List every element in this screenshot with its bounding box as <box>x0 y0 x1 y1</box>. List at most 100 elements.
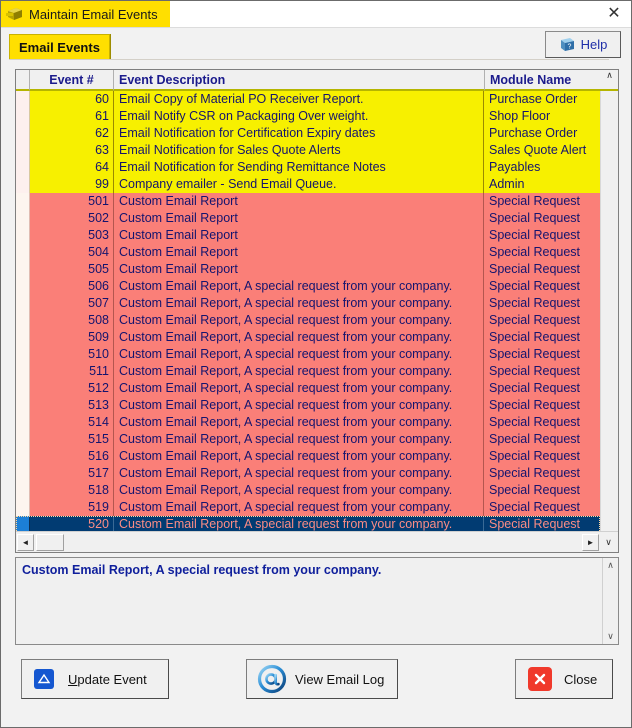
memo-scrollbar[interactable]: ∧ ∨ <box>602 558 618 644</box>
row-marker[interactable] <box>16 482 30 499</box>
grid-scroll-right-icon[interactable]: ► <box>582 533 599 551</box>
cell-event-no: 501 <box>30 193 114 210</box>
cell-description: Custom Email Report, A special request f… <box>114 329 484 346</box>
toolbar: Email Events ? Help <box>1 28 631 64</box>
row-marker[interactable] <box>16 210 30 227</box>
table-row[interactable]: 63 Email Notification for Sales Quote Ale… <box>16 142 600 159</box>
cell-event-no: 508 <box>30 312 114 329</box>
memo-scroll-down-icon[interactable]: ∨ <box>607 631 614 642</box>
table-row[interactable]: 514 Custom Email Report, A special reques… <box>16 414 600 431</box>
row-marker[interactable] <box>16 295 30 312</box>
row-marker[interactable] <box>16 244 30 261</box>
row-marker[interactable] <box>16 108 30 125</box>
table-row[interactable]: 503 Custom Email Report Special Request <box>16 227 600 244</box>
row-marker[interactable] <box>16 227 30 244</box>
help-button-label: Help <box>580 37 608 52</box>
row-marker[interactable] <box>16 499 30 516</box>
event-description-memo[interactable]: Custom Email Report, A special request f… <box>15 557 619 645</box>
table-row[interactable]: 506 Custom Email Report, A special reques… <box>16 278 600 295</box>
table-row[interactable]: 513 Custom Email Report, A special reques… <box>16 397 600 414</box>
table-row[interactable]: 516 Custom Email Report, A special reques… <box>16 448 600 465</box>
cell-module: Special Request <box>489 330 581 344</box>
table-row[interactable]: 504 Custom Email Report Special Request <box>16 244 600 261</box>
cell-event-no: 519 <box>30 499 114 516</box>
cell-module: Purchase Order <box>489 126 578 140</box>
close-x-icon <box>528 667 552 691</box>
table-row[interactable]: 512 Custom Email Report, A special reques… <box>16 380 600 397</box>
table-row[interactable]: 509 Custom Email Report, A special reques… <box>16 329 600 346</box>
view-email-log-button[interactable]: View Email Log <box>246 659 398 699</box>
email-events-grid: Event # Event Description Module Name ∧ … <box>15 69 619 553</box>
help-button[interactable]: ? Help <box>545 31 621 58</box>
table-row[interactable]: 520 Custom Email Report, A special reques… <box>16 516 600 531</box>
column-header-event-no[interactable]: Event # <box>30 70 114 91</box>
row-marker[interactable] <box>16 448 30 465</box>
grid-rows[interactable]: 60 Email Copy of Material PO Receiver Rep… <box>16 91 600 531</box>
row-marker[interactable] <box>16 516 30 531</box>
cell-event-no: 512 <box>30 380 114 397</box>
table-row[interactable]: 511 Custom Email Report, A special reques… <box>16 363 600 380</box>
cell-event-no: 502 <box>30 210 114 227</box>
window-close-icon[interactable]: ✕ <box>603 4 625 24</box>
update-event-button[interactable]: Update Event <box>21 659 169 699</box>
row-marker[interactable] <box>16 278 30 295</box>
grid-scroll-up-icon[interactable]: ∧ <box>601 70 618 91</box>
cell-event-no: 61 <box>30 108 114 125</box>
row-marker[interactable] <box>16 91 30 108</box>
table-row[interactable]: 508 Custom Email Report, A special reques… <box>16 312 600 329</box>
table-row[interactable]: 99 Company emailer - Send Email Queue. Adm… <box>16 176 600 193</box>
table-row[interactable]: 505 Custom Email Report Special Request <box>16 261 600 278</box>
table-row[interactable]: 502 Custom Email Report Special Request <box>16 210 600 227</box>
row-marker[interactable] <box>16 397 30 414</box>
grid-horizontal-scrollbar[interactable]: ◄ ► ∨ <box>16 531 618 552</box>
row-marker[interactable] <box>16 125 30 142</box>
grid-hscroll-thumb[interactable] <box>36 533 64 551</box>
cell-description: Company emailer - Send Email Queue. <box>114 176 484 193</box>
row-marker[interactable] <box>16 312 30 329</box>
row-marker[interactable] <box>16 193 30 210</box>
row-marker[interactable] <box>16 346 30 363</box>
cell-description: Custom Email Report <box>114 244 484 261</box>
grid-scroll-down-icon[interactable]: ∨ <box>600 534 617 551</box>
grid-scroll-left-icon[interactable]: ◄ <box>17 533 34 551</box>
table-row[interactable]: 501 Custom Email Report Special Request <box>16 193 600 210</box>
memo-scroll-up-icon[interactable]: ∧ <box>607 560 614 571</box>
row-marker[interactable] <box>16 414 30 431</box>
cell-description: Custom Email Report <box>114 193 484 210</box>
cell-event-no: 99 <box>30 176 114 193</box>
row-marker[interactable] <box>16 380 30 397</box>
row-marker[interactable] <box>16 363 30 380</box>
table-row[interactable]: 517 Custom Email Report, A special reques… <box>16 465 600 482</box>
row-marker[interactable] <box>16 261 30 278</box>
table-row[interactable]: 515 Custom Email Report, A special reques… <box>16 431 600 448</box>
title-bar: Maintain Email Events ✕ <box>1 1 631 28</box>
table-row[interactable]: 507 Custom Email Report, A special reques… <box>16 295 600 312</box>
cell-module: Special Request <box>489 228 581 242</box>
cell-description: Custom Email Report, A special request f… <box>114 414 484 431</box>
table-row[interactable]: 519 Custom Email Report, A special reques… <box>16 499 600 516</box>
triangle-up-icon <box>34 669 54 689</box>
table-row[interactable]: 64 Email Notification for Sending Remitta… <box>16 159 600 176</box>
close-button[interactable]: Close <box>515 659 613 699</box>
column-header-marker <box>16 70 30 91</box>
table-row[interactable]: 61 Email Notify CSR on Packaging Over wei… <box>16 108 600 125</box>
at-sign-icon <box>257 664 287 694</box>
tab-email-events[interactable]: Email Events <box>9 34 110 60</box>
table-row[interactable]: 518 Custom Email Report, A special reques… <box>16 482 600 499</box>
row-marker[interactable] <box>16 159 30 176</box>
row-marker[interactable] <box>16 176 30 193</box>
row-marker[interactable] <box>16 329 30 346</box>
table-row[interactable]: 60 Email Copy of Material PO Receiver Rep… <box>16 91 600 108</box>
cell-event-no: 515 <box>30 431 114 448</box>
row-marker[interactable] <box>16 142 30 159</box>
cell-event-no: 516 <box>30 448 114 465</box>
table-row[interactable]: 510 Custom Email Report, A special reques… <box>16 346 600 363</box>
grid-vertical-scrollbar[interactable] <box>600 91 618 531</box>
row-marker[interactable] <box>16 465 30 482</box>
column-header-description[interactable]: Event Description <box>114 70 485 91</box>
cell-module: Special Request <box>489 381 581 395</box>
row-marker[interactable] <box>16 431 30 448</box>
column-header-module[interactable]: Module Name <box>485 70 601 91</box>
cell-module: Special Request <box>489 313 581 327</box>
table-row[interactable]: 62 Email Notification for Certification E… <box>16 125 600 142</box>
